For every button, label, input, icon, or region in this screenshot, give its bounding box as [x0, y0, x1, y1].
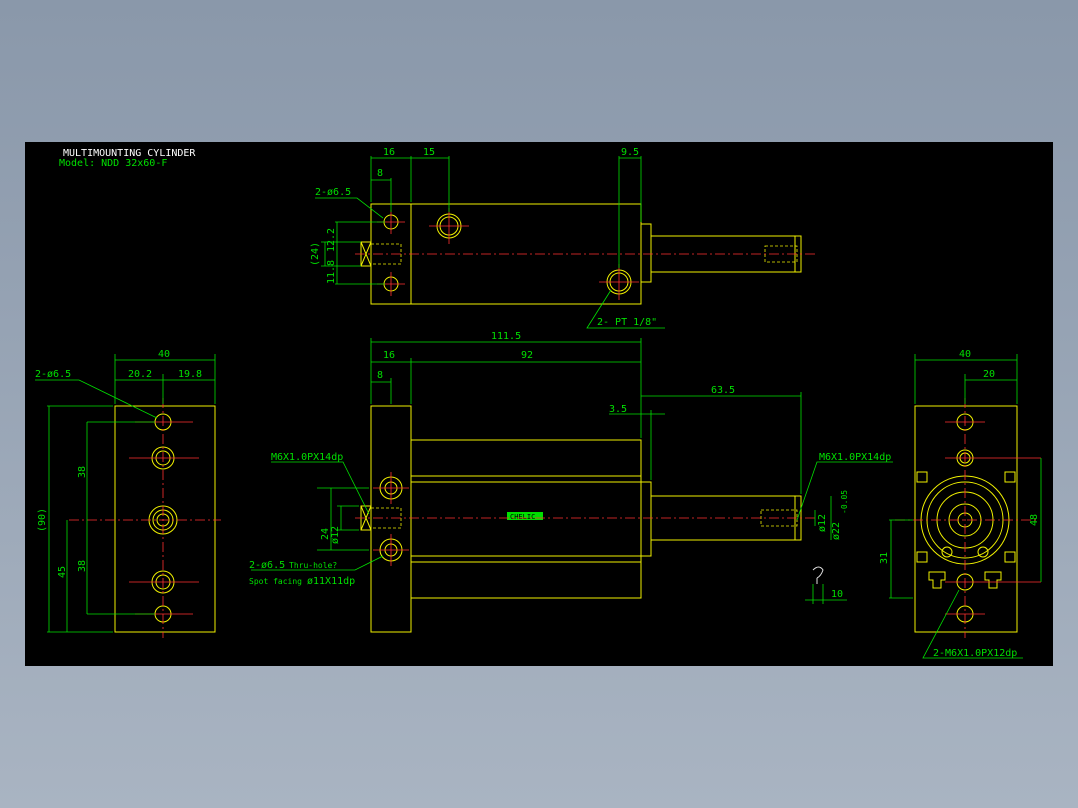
- right-dim-40: 40: [959, 349, 971, 360]
- front-view: CHELIC 111.5 16 92 8 63.5 3.5 M6X1.0PX14…: [249, 331, 893, 633]
- brand-text: CHELIC: [510, 513, 535, 521]
- top-hole-label: 2-ø6.5: [315, 187, 351, 198]
- top-dim-12-2: 12.2: [326, 228, 337, 252]
- left-dim-19-8: 19.8: [178, 369, 202, 380]
- front-dim-8: 8: [377, 370, 383, 381]
- right-thread-label: 2-M6X1.0PX12dp: [933, 648, 1017, 659]
- right-view: 40 20 48 31 2-M6X1.0PX12dp: [879, 349, 1042, 659]
- top-dim-16: 16: [383, 147, 395, 158]
- left-dim-38-bottom: 38: [77, 560, 88, 572]
- left-view: 40 20.2 19.8 2-ø6.5 (90) 45 38 38: [35, 349, 221, 638]
- drawing-sheet: MULTIMOUNTING CYLINDER Model: NDD 32x60-…: [25, 142, 1053, 666]
- top-dim-11-8: 11.8: [326, 260, 337, 284]
- front-thread-right: M6X1.0PX14dp: [819, 452, 891, 463]
- right-dim-20: 20: [983, 369, 995, 380]
- top-dim-8: 8: [377, 168, 383, 179]
- front-thru-hole: Thru-hole?: [289, 561, 337, 570]
- model-label: Model: NDD 32x60-F: [59, 158, 167, 169]
- front-hole-label: 2-ø6.5: [249, 560, 285, 571]
- top-dim-15: 15: [423, 147, 435, 158]
- cad-drawing: MULTIMOUNTING CYLINDER Model: NDD 32x60-…: [35, 147, 1042, 659]
- front-dim-63-5: 63.5: [711, 385, 735, 396]
- front-thread-left: M6X1.0PX14dp: [271, 452, 343, 463]
- port-label: 2- PT 1/8": [597, 317, 657, 328]
- left-dim-90: (90): [37, 508, 48, 532]
- left-dim-40: 40: [158, 349, 170, 360]
- front-dim-10: 10: [831, 589, 843, 600]
- front-dim-22: ø22: [831, 522, 842, 540]
- front-spot-facing: Spot facing: [249, 577, 302, 586]
- front-dim-12-left: ø12: [330, 526, 341, 544]
- left-dim-20-2: 20.2: [128, 369, 152, 380]
- left-hole-label: 2-ø6.5: [35, 369, 71, 380]
- top-dim-9-5: 9.5: [621, 147, 639, 158]
- front-dim-16: 16: [383, 350, 395, 361]
- front-dim-92: 92: [521, 350, 533, 361]
- left-dim-45: 45: [57, 566, 68, 578]
- top-view: 16 15 8 9.5 (24) 12.2 11.8 2-ø6.5 2- PT …: [310, 147, 815, 329]
- right-dim-48: 48: [1029, 514, 1040, 526]
- top-dim-24: (24): [310, 242, 321, 266]
- front-spot-dim: ø11X11dp: [307, 576, 355, 587]
- front-dim-12-right: ø12: [817, 514, 828, 532]
- wrench-flat-symbol: [812, 566, 824, 584]
- left-dim-38-top: 38: [77, 466, 88, 478]
- front-dim-111-5: 111.5: [491, 331, 521, 342]
- front-tolerance: -0.05: [840, 490, 849, 514]
- right-dim-31: 31: [879, 552, 890, 564]
- front-dim-3-5: 3.5: [609, 404, 627, 415]
